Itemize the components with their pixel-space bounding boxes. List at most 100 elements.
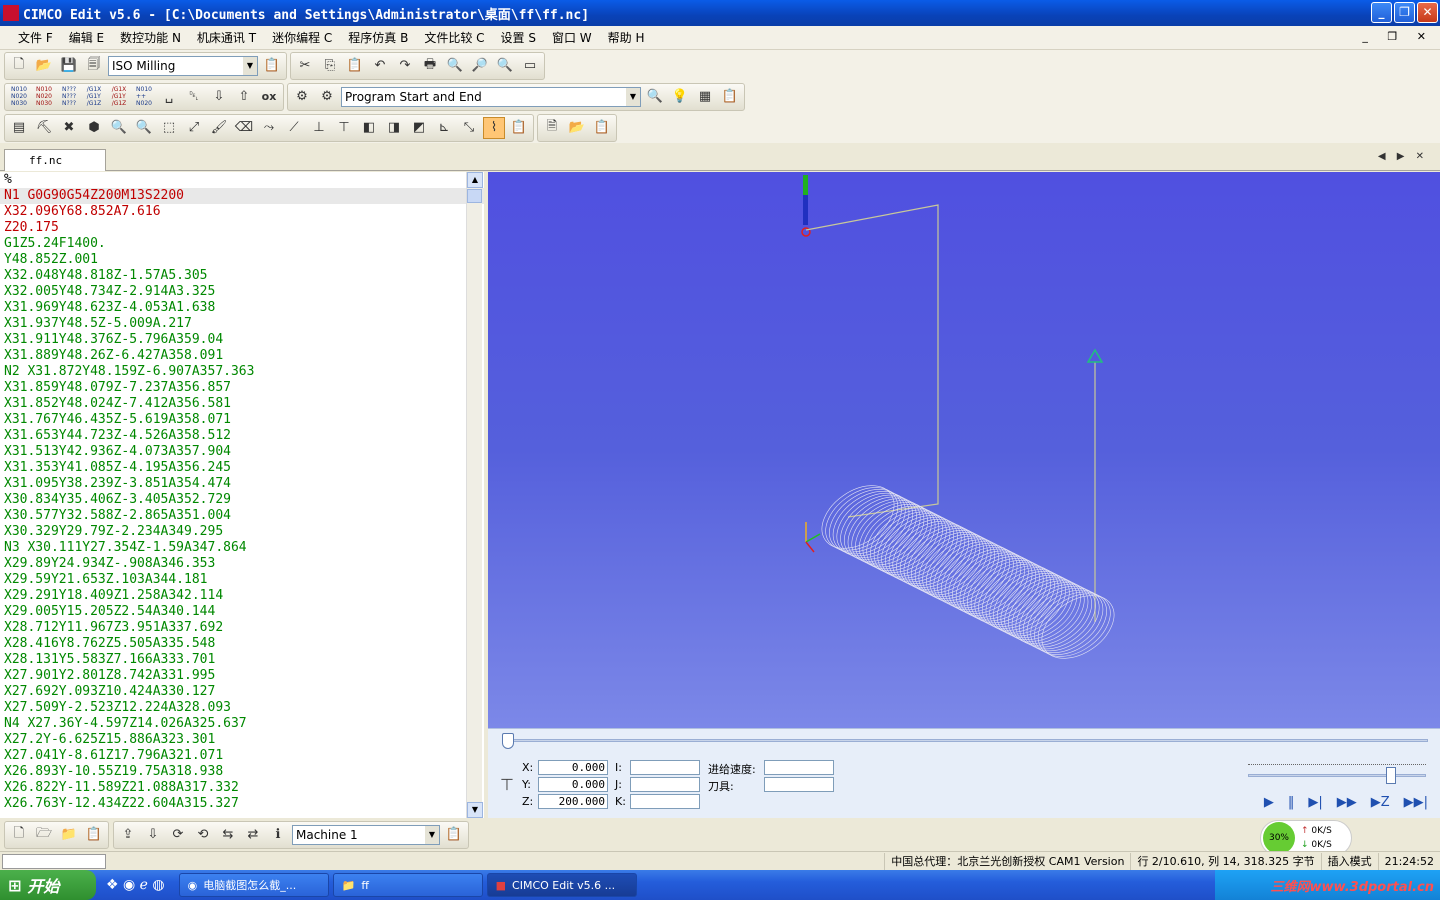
spaces-icon[interactable]: ␣ xyxy=(158,86,180,108)
zoom-window-icon[interactable]: ⬚ xyxy=(158,117,180,139)
clipboard-icon[interactable]: 📋 xyxy=(443,824,465,846)
code-line[interactable]: X27.509Y-2.523Z12.224A328.093 xyxy=(0,700,484,716)
code-line[interactable]: X29.59Y21.653Z.103A344.181 xyxy=(0,572,484,588)
code-line[interactable]: X32.048Y48.818Z-1.57A5.305 xyxy=(0,268,484,284)
solid-icon[interactable]: ⬢ xyxy=(83,117,105,139)
menu-machine-comm[interactable]: 机床通讯 T xyxy=(189,29,264,46)
paste-icon[interactable]: 📋 xyxy=(344,55,366,77)
sync-icon[interactable]: ⟳ xyxy=(167,824,189,846)
info-icon[interactable]: ℹ xyxy=(267,824,289,846)
code-line[interactable]: X28.416Y8.762Z5.505A335.548 xyxy=(0,636,484,652)
menu-file-compare[interactable]: 文件比较 C xyxy=(416,29,492,46)
ox-button[interactable]: ox xyxy=(258,86,280,108)
view-iso-icon[interactable]: ◩ xyxy=(408,117,430,139)
task-browser[interactable]: ◉ 电脑截图怎么截_... xyxy=(178,873,329,897)
code-line[interactable]: X31.859Y48.079Z-7.237A356.857 xyxy=(0,380,484,396)
zoom-in-icon[interactable]: 🔍 xyxy=(108,117,130,139)
menu-window[interactable]: 窗口 W xyxy=(544,29,600,46)
zoom-out-icon[interactable]: 🔍 xyxy=(133,117,155,139)
holder-icon[interactable]: ⊤ xyxy=(333,117,355,139)
start-button[interactable]: ⊞ 开始 xyxy=(0,870,96,900)
code-line[interactable]: X29.291Y18.409Z1.258A342.114 xyxy=(0,588,484,604)
menu-edit[interactable]: 编辑 E xyxy=(61,29,112,46)
remove-skip-icon[interactable]: /G1X /G1Y /G1Z xyxy=(108,86,130,108)
tab-navigation[interactable]: ◀ ▶ ✕ xyxy=(1378,151,1428,162)
code-line[interactable]: X30.834Y35.406Z-3.405A352.729 xyxy=(0,492,484,508)
speed-track[interactable] xyxy=(1248,774,1426,777)
replace-icon[interactable]: 🔍 xyxy=(494,55,516,77)
step-block-icon[interactable]: ▶▶ xyxy=(1337,795,1357,810)
axis-icon[interactable]: ⊥ xyxy=(308,117,330,139)
stock-icon[interactable]: ▤ xyxy=(8,117,30,139)
task-folder[interactable]: 📁 ff xyxy=(332,873,483,897)
play-icon[interactable]: ▶ xyxy=(1264,795,1274,810)
scroll-up-icon[interactable]: ▲ xyxy=(467,172,483,188)
code-line[interactable]: X31.969Y48.623Z-4.053A1.638 xyxy=(0,300,484,316)
chevron-down-icon[interactable]: ▼ xyxy=(243,56,257,75)
cut-icon[interactable]: ✂ xyxy=(294,55,316,77)
bulb-icon[interactable]: 💡 xyxy=(669,86,691,108)
tab-ff-nc[interactable]: ff.nc xyxy=(4,149,106,171)
find-icon[interactable]: 🔍 xyxy=(444,55,466,77)
remove-spaces-icon[interactable]: ␡ xyxy=(183,86,205,108)
transform-icon[interactable]: ⤡ xyxy=(458,117,480,139)
zoom-fit-icon[interactable]: ⤢ xyxy=(183,117,205,139)
file-open-icon[interactable]: 🗁 xyxy=(33,824,55,846)
maximize-button[interactable]: ❐ xyxy=(1394,2,1415,23)
code-line[interactable]: % xyxy=(0,172,484,188)
code-line[interactable]: N1 G0G90G54Z200M13S2200 xyxy=(0,188,484,204)
code-line[interactable]: X27.692Y.093Z10.424A330.127 xyxy=(0,684,484,700)
code-line[interactable]: X31.937Y48.5Z-5.009A.217 xyxy=(0,316,484,332)
quicklaunch-icons[interactable]: ❖ ◉ ℯ ◍ xyxy=(106,877,165,893)
save-all-icon[interactable]: 🗐 xyxy=(83,55,105,77)
code-line[interactable]: X27.041Y-8.61Z17.796A321.071 xyxy=(0,748,484,764)
open-folder-icon[interactable]: 📂 xyxy=(33,55,55,77)
progress-track[interactable] xyxy=(502,739,1428,742)
save-icon[interactable]: 💾 xyxy=(58,55,80,77)
find-next-icon[interactable]: 🔎 xyxy=(469,55,491,77)
remove-numbers-icon[interactable]: N010 N020 N030 xyxy=(33,86,55,108)
skip-block-icon[interactable]: /G1X /G1Y /G1Z xyxy=(83,86,105,108)
code-line[interactable]: X27.2Y-6.625Z15.886A323.301 xyxy=(0,732,484,748)
scroll-thumb[interactable] xyxy=(467,189,482,203)
copy-icon[interactable]: ⎘ xyxy=(319,55,341,77)
step-z-icon[interactable]: ▶Z xyxy=(1371,795,1390,810)
minimize-button[interactable]: _ xyxy=(1371,2,1392,23)
code-line[interactable]: X31.889Y48.26Z-6.427A358.091 xyxy=(0,348,484,364)
menu-nc-functions[interactable]: 数控功能 N xyxy=(112,29,189,46)
undo-icon[interactable]: ↶ xyxy=(369,55,391,77)
clipboard-icon[interactable]: 📋 xyxy=(591,117,613,139)
code-line[interactable]: X31.353Y41.085Z-4.195A356.245 xyxy=(0,460,484,476)
code-line[interactable]: X26.763Y-12.434Z22.604A315.327 xyxy=(0,796,484,812)
move-down-icon[interactable]: ⇩ xyxy=(208,86,230,108)
code-line[interactable]: Y48.852Z.001 xyxy=(0,252,484,268)
menu-mini-programming[interactable]: 迷你编程 C xyxy=(264,29,340,46)
code-line[interactable]: X32.096Y68.852A7.616 xyxy=(0,204,484,220)
code-line[interactable]: X30.577Y32.588Z-2.865A351.004 xyxy=(0,508,484,524)
program-section-select[interactable]: Program Start and End ▼ xyxy=(341,86,641,107)
mdi-window-controls[interactable]: _ ❐ ✕ xyxy=(1362,30,1434,43)
coordinate-icon[interactable]: ⊾ xyxy=(433,117,455,139)
brush-icon[interactable]: 🖌 xyxy=(208,117,230,139)
speed-slider[interactable] xyxy=(1385,767,1396,784)
code-line[interactable]: X31.911Y48.376Z-5.796A359.04 xyxy=(0,332,484,348)
run-to-end-icon[interactable]: ▶▶| xyxy=(1404,795,1428,810)
progress-slider[interactable] xyxy=(502,733,514,749)
backplot-viewport[interactable] xyxy=(488,172,1440,728)
menu-file[interactable]: 文件 F xyxy=(10,29,61,46)
code-line[interactable]: X30.329Y29.79Z-2.234A349.295 xyxy=(0,524,484,540)
eraser-icon[interactable]: ⌫ xyxy=(233,117,255,139)
view-front-icon[interactable]: ◧ xyxy=(358,117,380,139)
code-line[interactable]: G1Z5.24F1400. xyxy=(0,236,484,252)
transfer-icon[interactable]: ⇆ xyxy=(217,824,239,846)
add-spaces-icon[interactable]: N010 ++ N020 xyxy=(133,86,155,108)
code-line[interactable]: X29.005Y15.205Z2.54A340.144 xyxy=(0,604,484,620)
menu-backplot[interactable]: 程序仿真 B xyxy=(340,29,416,46)
code-line[interactable]: X31.767Y46.435Z-5.619A358.071 xyxy=(0,412,484,428)
window-icon[interactable]: ▭ xyxy=(519,55,541,77)
send-icon[interactable]: ⇪ xyxy=(117,824,139,846)
scroll-down-icon[interactable]: ▼ xyxy=(467,802,483,818)
nc-code-editor[interactable]: % N1 G0G90G54Z200M13S2200 X32.096Y68.852A7… xyxy=(0,172,484,818)
print-icon[interactable]: 🖶 xyxy=(419,55,441,77)
editor-scrollbar[interactable]: ▲ ▼ xyxy=(466,172,483,818)
